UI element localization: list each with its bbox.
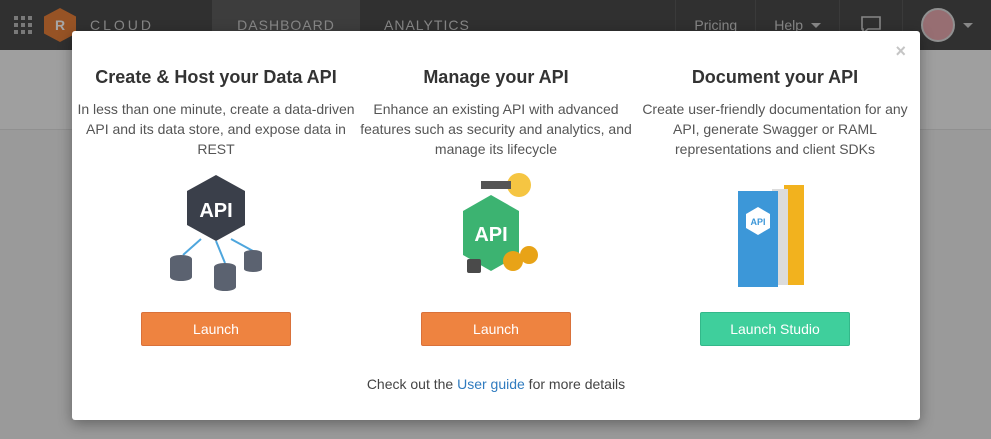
api-database-icon: API (76, 161, 356, 303)
launch-button[interactable]: Launch (421, 312, 571, 346)
close-icon[interactable]: × (895, 41, 906, 62)
document-api-column: Document your API Create user-friendly d… (635, 67, 915, 346)
footer-suffix: for more details (524, 376, 626, 392)
svg-text:API: API (474, 224, 507, 246)
launch-button[interactable]: Launch (141, 312, 291, 346)
column-description: Enhance an existing API with advanced fe… (360, 101, 632, 157)
manage-api-column: Manage your API Enhance an existing API … (356, 67, 636, 346)
column-description: Create user-friendly documentation for a… (642, 101, 908, 157)
create-host-column: Create & Host your Data API In less than… (76, 67, 356, 346)
api-documentation-icon: API (635, 161, 915, 303)
column-title: Document your API (691, 67, 859, 87)
svg-text:API: API (199, 200, 232, 222)
footer-prefix: Check out the (366, 376, 458, 392)
column-description: In less than one minute, create a data-d… (77, 101, 355, 157)
column-title: Create & Host your Data API (95, 67, 337, 87)
svg-text:API: API (750, 217, 765, 227)
api-management-icon: API (356, 161, 636, 303)
column-title: Manage your API (423, 67, 569, 87)
user-guide-link[interactable]: User guide (457, 376, 525, 392)
get-started-modal: × Create & Host your Data API In less th… (72, 31, 920, 420)
footer-text: Check out the User guide for more detail… (72, 376, 920, 392)
launch-studio-button[interactable]: Launch Studio (700, 312, 850, 346)
